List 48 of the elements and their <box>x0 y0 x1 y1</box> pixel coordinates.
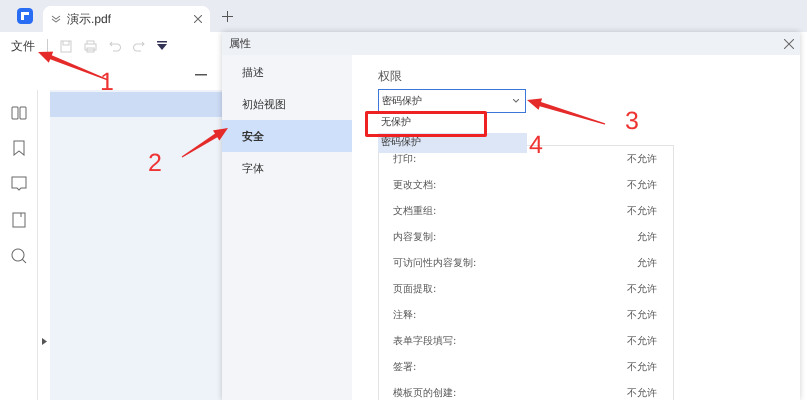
step-number: 1 <box>100 68 114 96</box>
section-label: 权限 <box>378 69 403 83</box>
expand-arrow-icon[interactable] <box>42 338 46 345</box>
thumbnails-icon[interactable] <box>10 106 26 120</box>
permission-value: 不允许 <box>627 204 657 218</box>
permission-value: 不允许 <box>627 282 657 296</box>
permission-name: 可访问性内容复制: <box>393 256 476 270</box>
step-number: 2 <box>148 149 162 177</box>
close-icon[interactable] <box>784 38 794 48</box>
nav-item[interactable]: 安全 <box>222 120 352 152</box>
permission-value: 允许 <box>637 230 657 244</box>
comment-icon[interactable] <box>10 176 26 192</box>
permission-value: 不允许 <box>627 334 657 348</box>
permission-value: 允许 <box>637 256 657 270</box>
permission-name: 表单字段填写: <box>393 334 456 348</box>
dropdown-icon[interactable] <box>157 41 167 51</box>
page-icon[interactable] <box>12 212 26 228</box>
permission-value: 不允许 <box>627 308 657 322</box>
permission-name: 内容复制: <box>393 230 436 244</box>
permission-value: 不允许 <box>627 152 657 166</box>
arrow <box>182 128 228 158</box>
file-menu[interactable]: 文件 <box>11 38 35 54</box>
app-logo <box>17 8 33 24</box>
permission-name: 签署: <box>393 360 416 374</box>
chevron-down-icon <box>513 99 519 103</box>
bookmark-icon[interactable] <box>12 140 26 156</box>
minimize-icon[interactable] <box>195 74 207 76</box>
permission-name: 页面提取: <box>393 283 436 296</box>
new-tab-icon[interactable] <box>222 10 233 22</box>
step-number: 4 <box>529 131 543 159</box>
dialog-title: 属性 <box>229 36 251 51</box>
permission-value: 不允许 <box>627 386 657 400</box>
search-icon[interactable] <box>10 248 26 264</box>
document-tab[interactable]: 演示.pdf <box>43 6 210 32</box>
permission-name: 模板页的创建: <box>393 386 456 400</box>
nav-item[interactable]: 字体 <box>222 152 352 184</box>
close-icon[interactable] <box>194 15 202 23</box>
permission-value: 不允许 <box>627 178 657 192</box>
permission-name: 更改文档: <box>393 178 436 192</box>
permission-name: 打印: <box>393 152 416 166</box>
step-number: 3 <box>625 107 639 135</box>
permission-value: 不允许 <box>627 360 657 374</box>
permission-select[interactable]: 密码保护 <box>378 89 526 113</box>
nav-item[interactable]: 描述 <box>222 56 352 88</box>
chevron-icon[interactable] <box>51 15 61 23</box>
permission-name: 注释: <box>393 308 416 322</box>
nav-item[interactable]: 初始视图 <box>222 88 352 120</box>
permission-name: 文档重组: <box>393 204 436 218</box>
